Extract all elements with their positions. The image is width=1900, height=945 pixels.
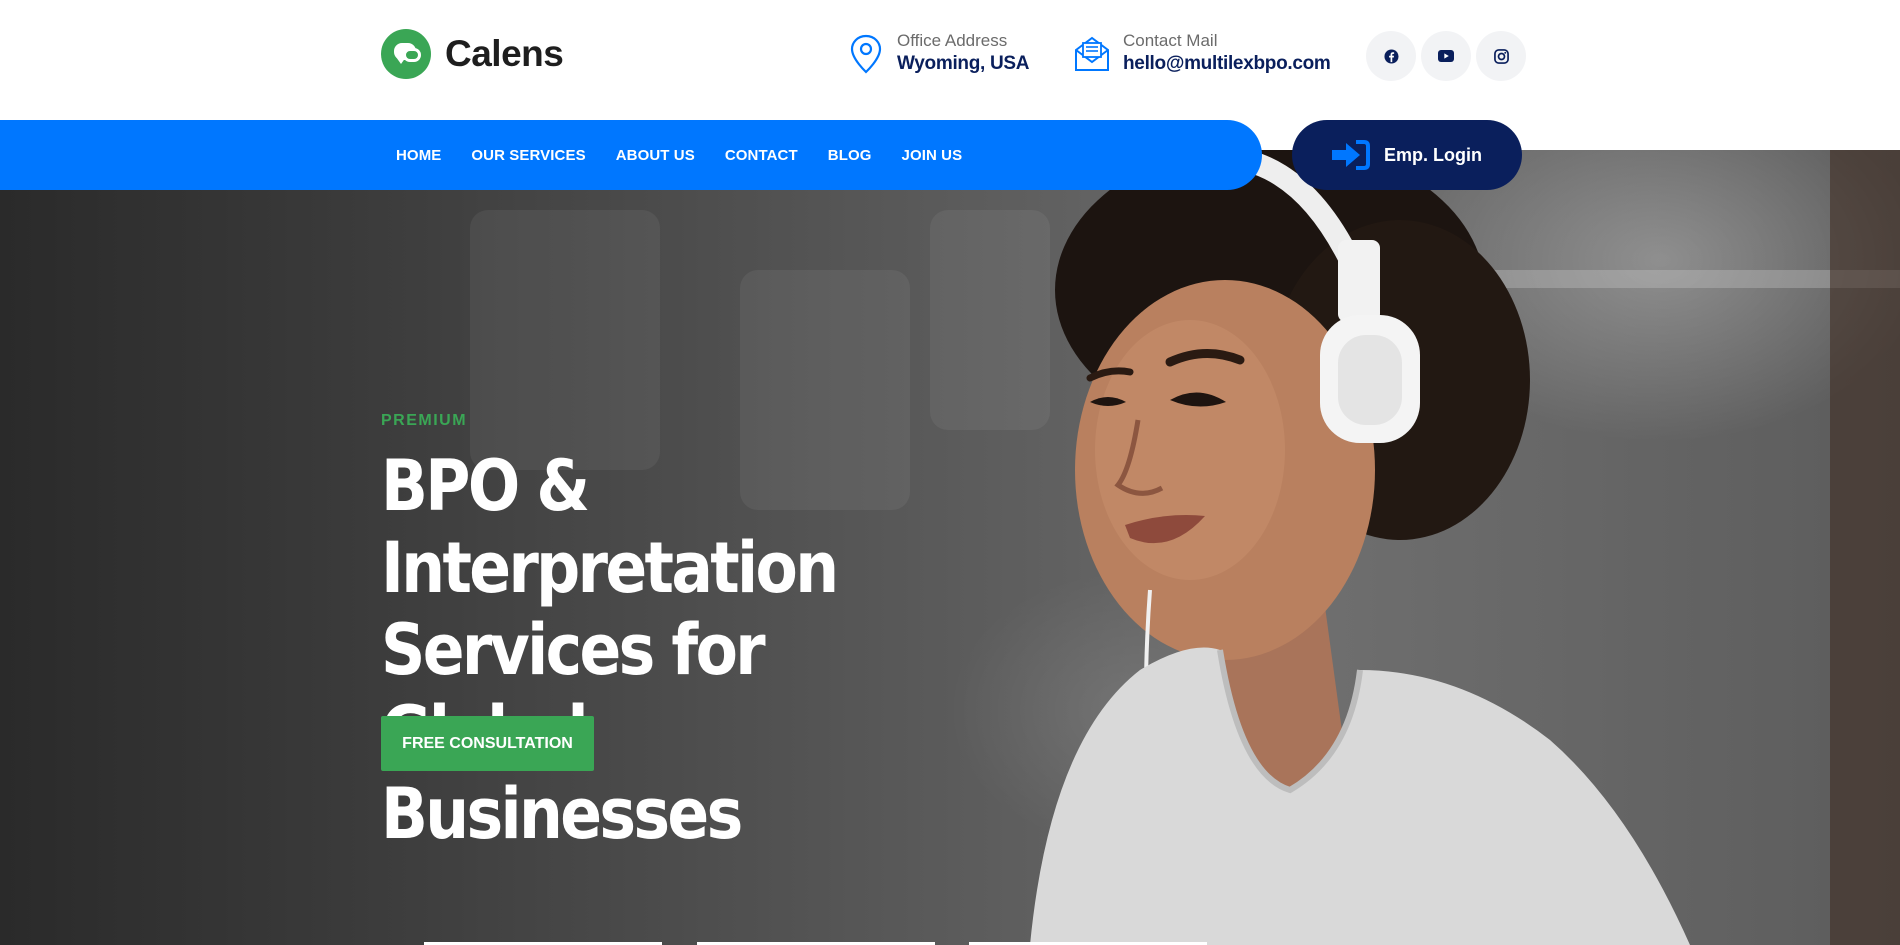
youtube-icon: [1438, 50, 1454, 62]
nav-item-contact[interactable]: CONTACT: [725, 147, 798, 164]
brand-name: Calens: [445, 33, 564, 74]
emp-login-label: Emp. Login: [1384, 144, 1482, 165]
hero-eyebrow: PREMIUM: [381, 412, 468, 429]
envelope-icon: [1075, 36, 1109, 71]
free-consultation-button[interactable]: FREE CONSULTATION: [381, 716, 594, 771]
background-chair: [470, 210, 660, 470]
instagram-link[interactable]: [1476, 31, 1526, 81]
top-header: Calens Office Address Wyoming, USA Conta…: [0, 0, 1900, 120]
background-wall: [1830, 150, 1900, 945]
nav-item-join-us[interactable]: JOIN US: [902, 147, 963, 164]
hero-title-line: Businesses: [381, 773, 743, 855]
contact-mail: Contact Mail hello@multilexbpo.com: [1073, 31, 1331, 77]
hero-title: BPO & Interpretation Services for Global…: [381, 445, 944, 855]
nav-item-about-us[interactable]: ABOUT US: [616, 147, 695, 164]
hero-section: PREMIUM BPO & Interpretation Services fo…: [0, 150, 1900, 945]
contact-mail-label: Contact Mail: [1123, 31, 1218, 50]
contact-mail-value[interactable]: hello@multilexbpo.com: [1123, 51, 1331, 77]
main-navigation: HOME OUR SERVICES ABOUT US CONTACT BLOG …: [0, 120, 1262, 190]
nav-item-our-services[interactable]: OUR SERVICES: [471, 147, 585, 164]
emp-login-button[interactable]: Emp. Login: [1292, 120, 1522, 190]
office-address: Office Address Wyoming, USA: [847, 31, 1030, 77]
instagram-icon: [1493, 48, 1509, 64]
youtube-link[interactable]: [1421, 31, 1471, 81]
hero-title-line: BPO & Interpretation: [381, 445, 839, 609]
office-address-value: Wyoming, USA: [897, 53, 1030, 74]
nav-item-home[interactable]: HOME: [396, 147, 441, 164]
brand-logo[interactable]: Calens: [381, 29, 564, 79]
office-address-label: Office Address: [897, 31, 1008, 50]
facebook-icon: [1383, 48, 1399, 64]
map-pin-icon: [850, 34, 882, 74]
woman-with-headphones-image: [1030, 150, 1690, 945]
facebook-link[interactable]: [1366, 31, 1416, 81]
nav-item-blog[interactable]: BLOG: [828, 147, 872, 164]
chat-bubble-logo-icon: [381, 29, 431, 79]
sign-in-icon: [1332, 140, 1370, 170]
